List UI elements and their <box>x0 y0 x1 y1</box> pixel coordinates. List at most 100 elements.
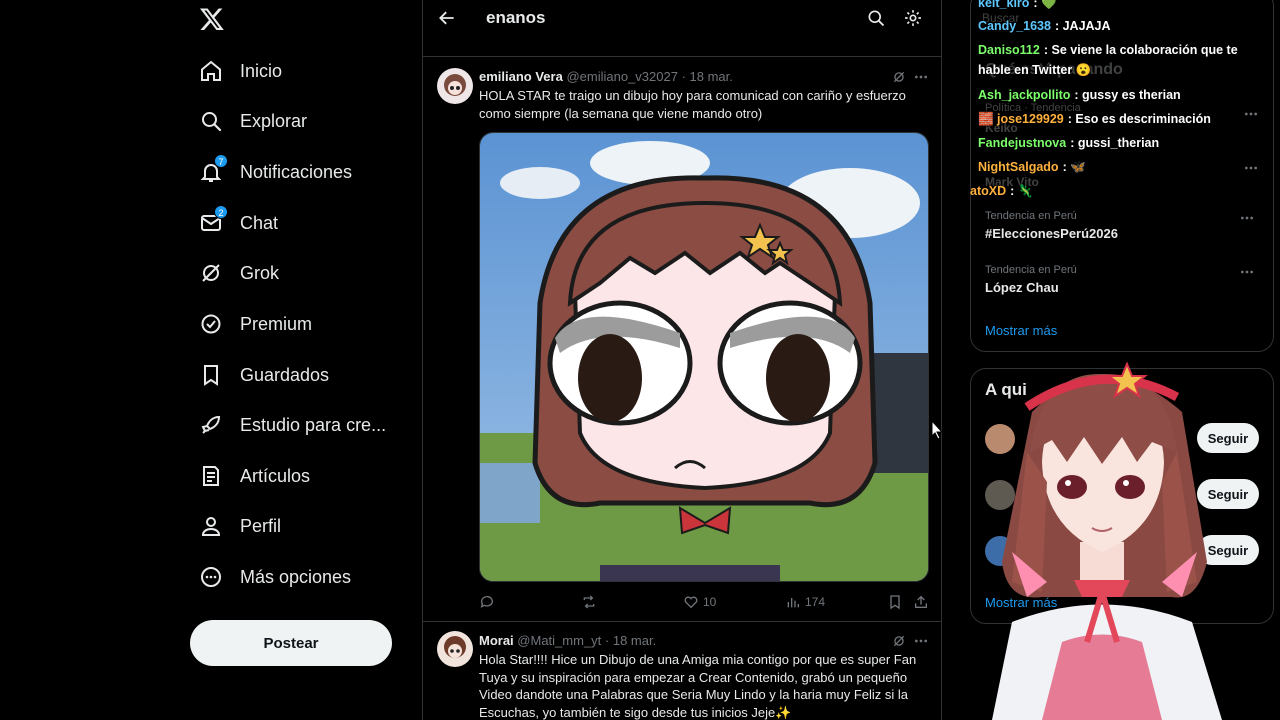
search-term[interactable]: enanos <box>486 8 546 28</box>
chat-username: Candy_1638 <box>978 19 1051 33</box>
sidebar-item-label: Explorar <box>240 110 308 131</box>
tweet-text: HOLA STAR te traigo un dibujo hoy para c… <box>479 88 906 121</box>
sidebar-item-label: Más opciones <box>240 566 352 587</box>
views-icon <box>787 598 799 608</box>
sidebar-item-label: Notificaciones <box>240 161 353 182</box>
chat-message: keit_kiro: 💚 <box>978 0 1057 11</box>
sidebar-item-explorar[interactable]: Explorar <box>196 99 307 143</box>
chat-username: atoXD <box>970 184 1007 198</box>
share-icon <box>915 595 927 608</box>
notification-badge: 7 <box>214 154 228 168</box>
trend-category: Tendencia en Perú <box>985 264 1077 276</box>
drawing-image <box>480 133 928 581</box>
sidebar-item-chat[interactable]: 2 Chat <box>196 201 278 245</box>
post-button[interactable]: Postear <box>190 620 392 666</box>
bell-icon: 7 <box>196 154 228 187</box>
views-button[interactable]: 174 <box>785 592 825 612</box>
sidebar-item-premium[interactable]: Premium <box>196 302 312 346</box>
sidebar-item-inicio[interactable]: Inicio <box>196 49 282 93</box>
back-arrow-icon[interactable] <box>437 8 457 28</box>
more-circle-icon <box>196 562 226 592</box>
like-button[interactable]: 10 <box>683 592 716 612</box>
reply-icon <box>480 596 493 608</box>
trend-category: Tendencia en Perú <box>985 210 1077 222</box>
person-icon <box>196 511 226 541</box>
trend-item[interactable]: Tendencia en Perú López Chau <box>985 264 1265 295</box>
tweet[interactable]: emiliano Vera @emiliano_v32027 · 18 mar.… <box>423 56 941 621</box>
search-icon <box>196 106 226 136</box>
heart-icon <box>684 596 698 609</box>
bookmark-icon <box>890 595 900 610</box>
more-icon[interactable] <box>913 69 929 85</box>
author-handle[interactable]: @Mati_mm_yt <box>517 633 601 648</box>
tweet-header: emiliano Vera @emiliano_v32027 · 18 mar. <box>479 69 733 84</box>
chat-text: : 💚 <box>1033 0 1057 10</box>
avatar[interactable] <box>437 68 473 104</box>
chat-message: atoXD: 🦎 <box>970 184 1033 199</box>
sidebar-item-label: Inicio <box>240 60 283 81</box>
sidebar-item-label: Premium <box>240 313 313 334</box>
sidebar-item-perfil[interactable]: Perfil <box>196 504 281 548</box>
sidebar: Inicio Explorar 7 Notificaciones 2 Chat … <box>0 0 422 720</box>
sidebar-item-notificaciones[interactable]: 7 Notificaciones <box>196 150 352 194</box>
tweet-date[interactable]: · 18 mar. <box>682 69 733 84</box>
chat-message: Fandejustnova: gussi_therian <box>978 136 1159 150</box>
trend-item[interactable]: Tendencia en Perú #EleccionesPerú2026 <box>985 210 1265 241</box>
chat-message: Candy_1638: JAJAJA <box>978 19 1111 33</box>
rocket-icon <box>196 410 226 440</box>
sidebar-item-label: Chat <box>240 212 279 233</box>
mouse-cursor-icon <box>930 420 944 440</box>
sidebar-item-label: Perfil <box>240 515 282 536</box>
sidebar-item-grok[interactable]: Grok <box>196 251 279 295</box>
chat-username: 🧱 jose129929 <box>978 112 1064 126</box>
share-button[interactable] <box>913 592 929 612</box>
sidebar-item-guardados[interactable]: Guardados <box>196 353 329 397</box>
article-icon <box>196 461 226 491</box>
chat-username: keit_kiro <box>978 0 1030 10</box>
chat-message: Ash_jackpollito: gussy es therian <box>978 88 1181 102</box>
tweet-actions: 10 174 <box>479 592 929 612</box>
chat-text: : gussi_therian <box>1070 136 1160 150</box>
x-logo-icon[interactable] <box>199 6 225 32</box>
chat-username: NightSalgado <box>978 160 1059 174</box>
chat-text: : gussy es therian <box>1074 88 1181 102</box>
more-icon[interactable] <box>1239 210 1255 226</box>
chat-text: : 🦋 <box>1062 160 1086 174</box>
gear-icon[interactable] <box>903 8 923 28</box>
vtuber-avatar <box>972 352 1232 720</box>
chat-username: Fandejustnova <box>978 136 1067 150</box>
mail-icon: 2 <box>196 205 228 238</box>
reply-button[interactable] <box>479 592 495 612</box>
bookmark-button[interactable] <box>887 592 903 612</box>
author-name[interactable]: Morai <box>479 633 514 648</box>
more-icon[interactable] <box>913 633 929 649</box>
sidebar-item-mas-opciones[interactable]: Más opciones <box>196 555 351 599</box>
search-icon[interactable] <box>866 8 886 28</box>
view-count: 174 <box>805 595 826 609</box>
chat-text: : Eso es descriminación <box>1067 112 1211 126</box>
show-more-link[interactable]: Mostrar más <box>985 323 1057 338</box>
sidebar-item-articulos[interactable]: Artículos <box>196 454 310 498</box>
like-count: 10 <box>703 595 717 609</box>
tweet-header: Morai @Mati_mm_yt · 18 mar. <box>479 633 656 648</box>
chat-message: Daniso112: Se viene la colaboración que … <box>978 40 1268 80</box>
tweet[interactable]: Morai @Mati_mm_yt · 18 mar. Hola Star!!!… <box>423 621 941 720</box>
tweet-date[interactable]: · 18 mar. <box>605 633 656 648</box>
chat-badge: 2 <box>214 205 228 219</box>
sidebar-item-estudio[interactable]: Estudio para cre... <box>196 403 386 447</box>
grok-icon <box>196 258 226 288</box>
home-icon <box>196 56 226 86</box>
grok-icon[interactable] <box>892 70 906 84</box>
timeline: enanos emiliano Vera @emiliano_v32027 · … <box>422 0 942 720</box>
grok-icon[interactable] <box>892 634 906 648</box>
sidebar-item-label: Guardados <box>240 364 330 385</box>
tweet-image[interactable] <box>479 132 929 582</box>
sidebar-item-label: Estudio para cre... <box>240 414 387 435</box>
author-name[interactable]: emiliano Vera <box>479 69 563 84</box>
author-handle[interactable]: @emiliano_v32027 <box>566 69 678 84</box>
more-icon[interactable] <box>1239 264 1255 280</box>
avatar[interactable] <box>437 631 473 667</box>
repost-button[interactable] <box>581 592 597 612</box>
bookmark-icon <box>196 360 226 390</box>
chat-text: : JAJAJA <box>1054 19 1111 33</box>
